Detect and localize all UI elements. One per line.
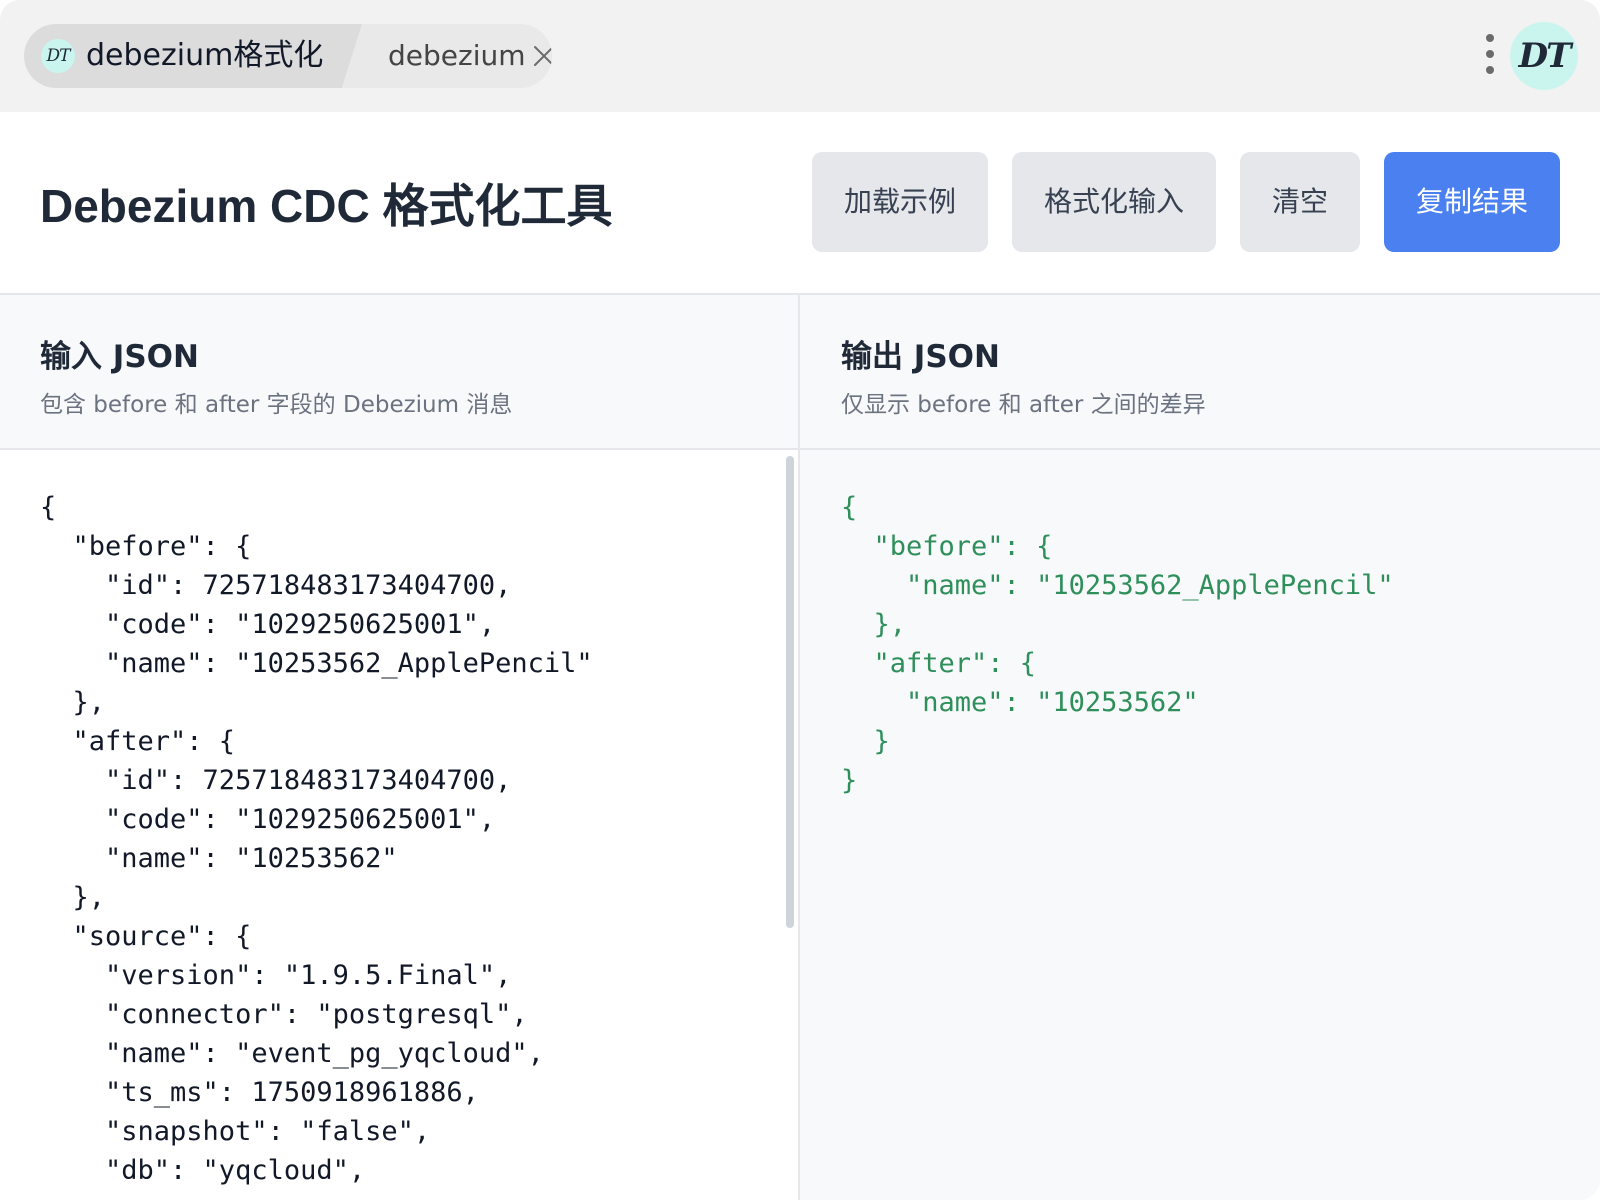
output-panel: 输出 JSON 仅显示 before 和 after 之间的差异 { "befo…: [800, 295, 1600, 1200]
more-options-icon[interactable]: [1482, 32, 1498, 76]
output-json-viewer[interactable]: { "before": { "name": "10253562_ApplePen…: [800, 450, 1600, 1200]
page-header: Debezium CDC 格式化工具 加载示例 格式化输入 清空 复制结果: [0, 112, 1600, 295]
input-json-text[interactable]: { "before": { "id": 725718483173404700, …: [40, 488, 593, 1190]
output-panel-subtitle: 仅显示 before 和 after 之间的差异: [841, 392, 1206, 418]
clear-button[interactable]: 清空: [1240, 152, 1360, 252]
output-panel-header: 输出 JSON 仅显示 before 和 after 之间的差异: [800, 295, 1600, 450]
format-input-button[interactable]: 格式化输入: [1012, 152, 1216, 252]
input-scrollbar[interactable]: [783, 450, 797, 1200]
input-panel-title: 输入 JSON: [40, 339, 199, 375]
input-panel: 输入 JSON 包含 before 和 after 字段的 Debezium 消…: [0, 295, 800, 1200]
tab-group: DT debezium格式化 debezium: [24, 24, 552, 88]
avatar-icon[interactable]: DT: [1510, 22, 1578, 90]
copy-result-button[interactable]: 复制结果: [1384, 152, 1560, 252]
tab-active-label: debezium格式化: [86, 38, 324, 73]
page-title: Debezium CDC 格式化工具: [40, 180, 613, 232]
input-scrollbar-thumb[interactable]: [786, 456, 794, 928]
app-window: DT debezium格式化 debezium DT Debezium CDC …: [0, 0, 1600, 1200]
logo-icon: DT: [41, 39, 75, 73]
tab-debezium[interactable]: debezium: [360, 24, 552, 88]
input-panel-header: 输入 JSON 包含 before 和 after 字段的 Debezium 消…: [0, 295, 798, 450]
tab-close-icon[interactable]: [532, 44, 552, 68]
input-json-editor[interactable]: { "before": { "id": 725718483173404700, …: [0, 450, 798, 1200]
load-example-button[interactable]: 加载示例: [812, 152, 988, 252]
input-panel-subtitle: 包含 before 和 after 字段的 Debezium 消息: [40, 392, 513, 418]
tab-inactive-label: debezium: [388, 39, 526, 72]
output-panel-title: 输出 JSON: [841, 339, 1000, 375]
tab-bar: DT debezium格式化 debezium DT: [0, 0, 1600, 112]
output-json-text[interactable]: { "before": { "name": "10253562_ApplePen…: [841, 488, 1394, 800]
